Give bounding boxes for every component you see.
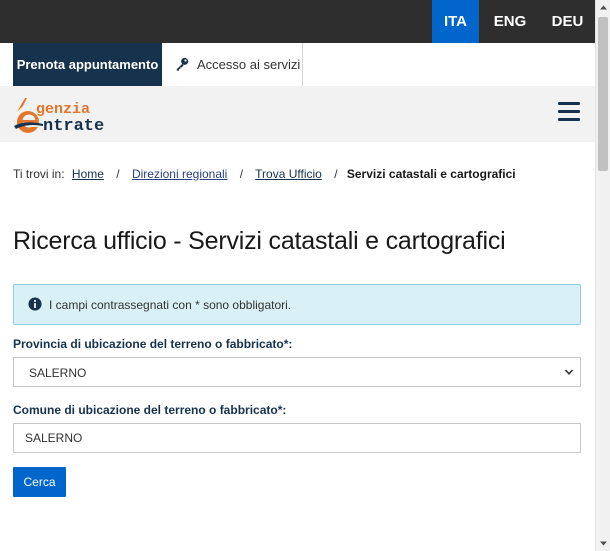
breadcrumb-separator: / <box>116 167 120 181</box>
lang-eng-button[interactable]: ENG <box>486 0 534 43</box>
breadcrumb-trova-ufficio-link[interactable]: Trova Ufficio <box>255 167 322 181</box>
site-header: genzia ntrate <box>0 86 595 142</box>
breadcrumb-prefix: Ti trovi in: <box>13 167 65 181</box>
key-icon <box>176 57 189 71</box>
provincia-select[interactable]: SALERNO <box>13 357 581 387</box>
info-alert: I campi contrassegnati con * sono obblig… <box>13 284 581 325</box>
vertical-scrollbar[interactable] <box>595 0 610 551</box>
accesso-servizi-tab[interactable]: Accesso ai servizi <box>162 43 303 86</box>
breadcrumb: Ti trovi in: Home / Direzioni regionali … <box>13 167 516 181</box>
service-bar: Prenota appuntamento Accesso ai servizi <box>0 43 595 86</box>
breadcrumb-current: Servizi catastali e cartografici <box>346 167 516 181</box>
info-circle-icon <box>28 297 42 311</box>
language-bar: ITA ENG DEU <box>0 0 595 43</box>
logo-line-2: ntrate <box>43 117 104 134</box>
chevron-down-icon <box>564 369 574 375</box>
breadcrumb-separator: / <box>239 167 244 181</box>
scrollbar-thumb[interactable] <box>598 17 608 171</box>
breadcrumb-home-link[interactable]: Home <box>72 167 104 181</box>
provincia-selected-value: SALERNO <box>29 366 87 380</box>
breadcrumb-separator: / <box>334 167 338 181</box>
hamburger-menu-icon[interactable] <box>558 102 580 124</box>
logo-line-1: genzia <box>36 101 90 118</box>
page-title: Ricerca ufficio - Servizi catastali e ca… <box>13 227 506 255</box>
scroll-up-arrow-icon[interactable] <box>599 3 608 12</box>
accesso-servizi-label: Accesso ai servizi <box>197 57 301 72</box>
breadcrumb-direzioni-link[interactable]: Direzioni regionali <box>132 167 227 181</box>
lang-ita-button[interactable]: ITA <box>432 0 479 43</box>
viewport: ITA ENG DEU Prenota appuntamento Accesso… <box>0 0 595 551</box>
comune-label: Comune di ubicazione del terreno o fabbr… <box>13 403 287 417</box>
agenzia-entrate-logo[interactable]: genzia ntrate <box>13 96 131 134</box>
scroll-down-arrow-icon[interactable] <box>599 539 608 548</box>
comune-input[interactable] <box>13 423 581 453</box>
info-alert-text: I campi contrassegnati con * sono obblig… <box>49 298 292 312</box>
prenota-appuntamento-tab[interactable]: Prenota appuntamento <box>13 43 162 86</box>
cerca-button[interactable]: Cerca <box>13 467 66 497</box>
provincia-label: Provincia di ubicazione del terreno o fa… <box>13 337 293 351</box>
lang-deu-button[interactable]: DEU <box>545 0 590 43</box>
